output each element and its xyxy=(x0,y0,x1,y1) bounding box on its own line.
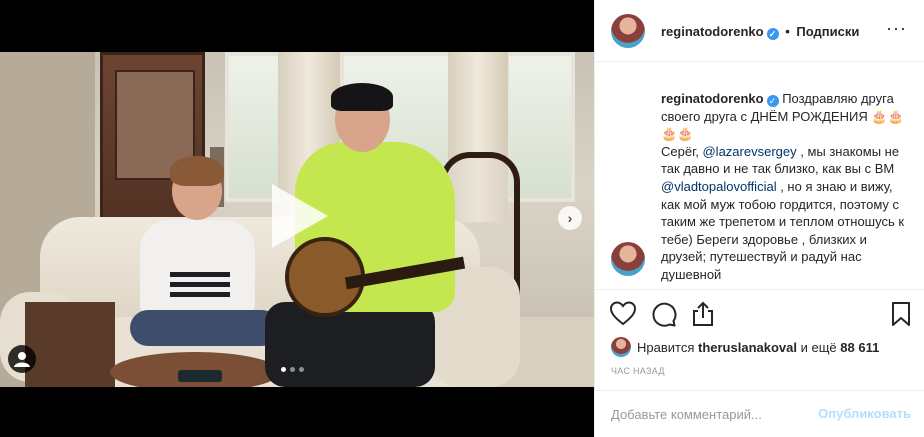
carousel-next-button[interactable]: › xyxy=(558,206,582,230)
verified-icon: ✓ xyxy=(766,28,779,40)
comment-icon[interactable] xyxy=(649,300,677,328)
follow-button[interactable]: Подписки xyxy=(796,24,859,39)
media-viewer: › xyxy=(0,0,594,437)
post-caption: reginatodorenko ✓ Поздравляю друга своего… xyxy=(661,90,906,284)
likes-suffix: и ещё xyxy=(800,339,837,355)
avatar[interactable] xyxy=(611,242,645,276)
likes-count[interactable]: 88 611 xyxy=(840,340,879,355)
more-options-icon[interactable]: ··· xyxy=(886,18,907,39)
likes-user[interactable]: theruslanakoval xyxy=(698,340,797,355)
share-icon[interactable] xyxy=(689,300,717,328)
video-frame[interactable]: › xyxy=(0,52,594,387)
carousel-dot xyxy=(299,367,304,372)
mention-link[interactable]: @vladtopalovofficial xyxy=(661,179,777,194)
user-tag-icon[interactable] xyxy=(8,345,36,373)
likes-summary: Нравится theruslanakoval и ещё 88 611 xyxy=(611,337,879,357)
post-header: reginatodorenko ✓ • Подписки ··· xyxy=(595,0,924,62)
verified-icon: ✓ xyxy=(766,95,779,107)
comments-scroll[interactable]: reginatodorenko ✓ Поздравляю друга своего… xyxy=(595,62,924,290)
carousel-dot xyxy=(281,367,286,372)
add-comment-bar: Опубликовать xyxy=(595,390,924,437)
header-username[interactable]: reginatodorenko xyxy=(661,24,764,39)
carousel-dots xyxy=(281,367,304,372)
mention-link[interactable]: @lazarevsergey xyxy=(702,144,796,159)
avatar[interactable] xyxy=(611,337,631,357)
post-panel: reginatodorenko ✓ • Подписки ··· reginato… xyxy=(594,0,924,437)
caption-username[interactable]: reginatodorenko xyxy=(661,91,764,106)
side-table xyxy=(25,302,115,387)
action-bar xyxy=(595,290,924,336)
carousel-dot xyxy=(290,367,295,372)
avatar[interactable] xyxy=(611,14,645,48)
bookmark-icon[interactable] xyxy=(887,300,915,328)
caption-text: Серёг, xyxy=(661,143,699,159)
caption-text: , но я знаю и вижу, как мой муж тобою го… xyxy=(661,178,905,282)
post-timestamp[interactable]: час назад xyxy=(611,366,665,376)
phone xyxy=(178,370,222,382)
separator: • xyxy=(785,24,790,39)
likes-prefix: Нравится xyxy=(637,339,695,355)
play-icon[interactable] xyxy=(264,182,332,250)
woman-figure xyxy=(130,156,280,362)
heart-icon[interactable] xyxy=(609,300,637,328)
comment-input[interactable] xyxy=(611,391,811,437)
post-comment-button[interactable]: Опубликовать xyxy=(818,406,911,421)
